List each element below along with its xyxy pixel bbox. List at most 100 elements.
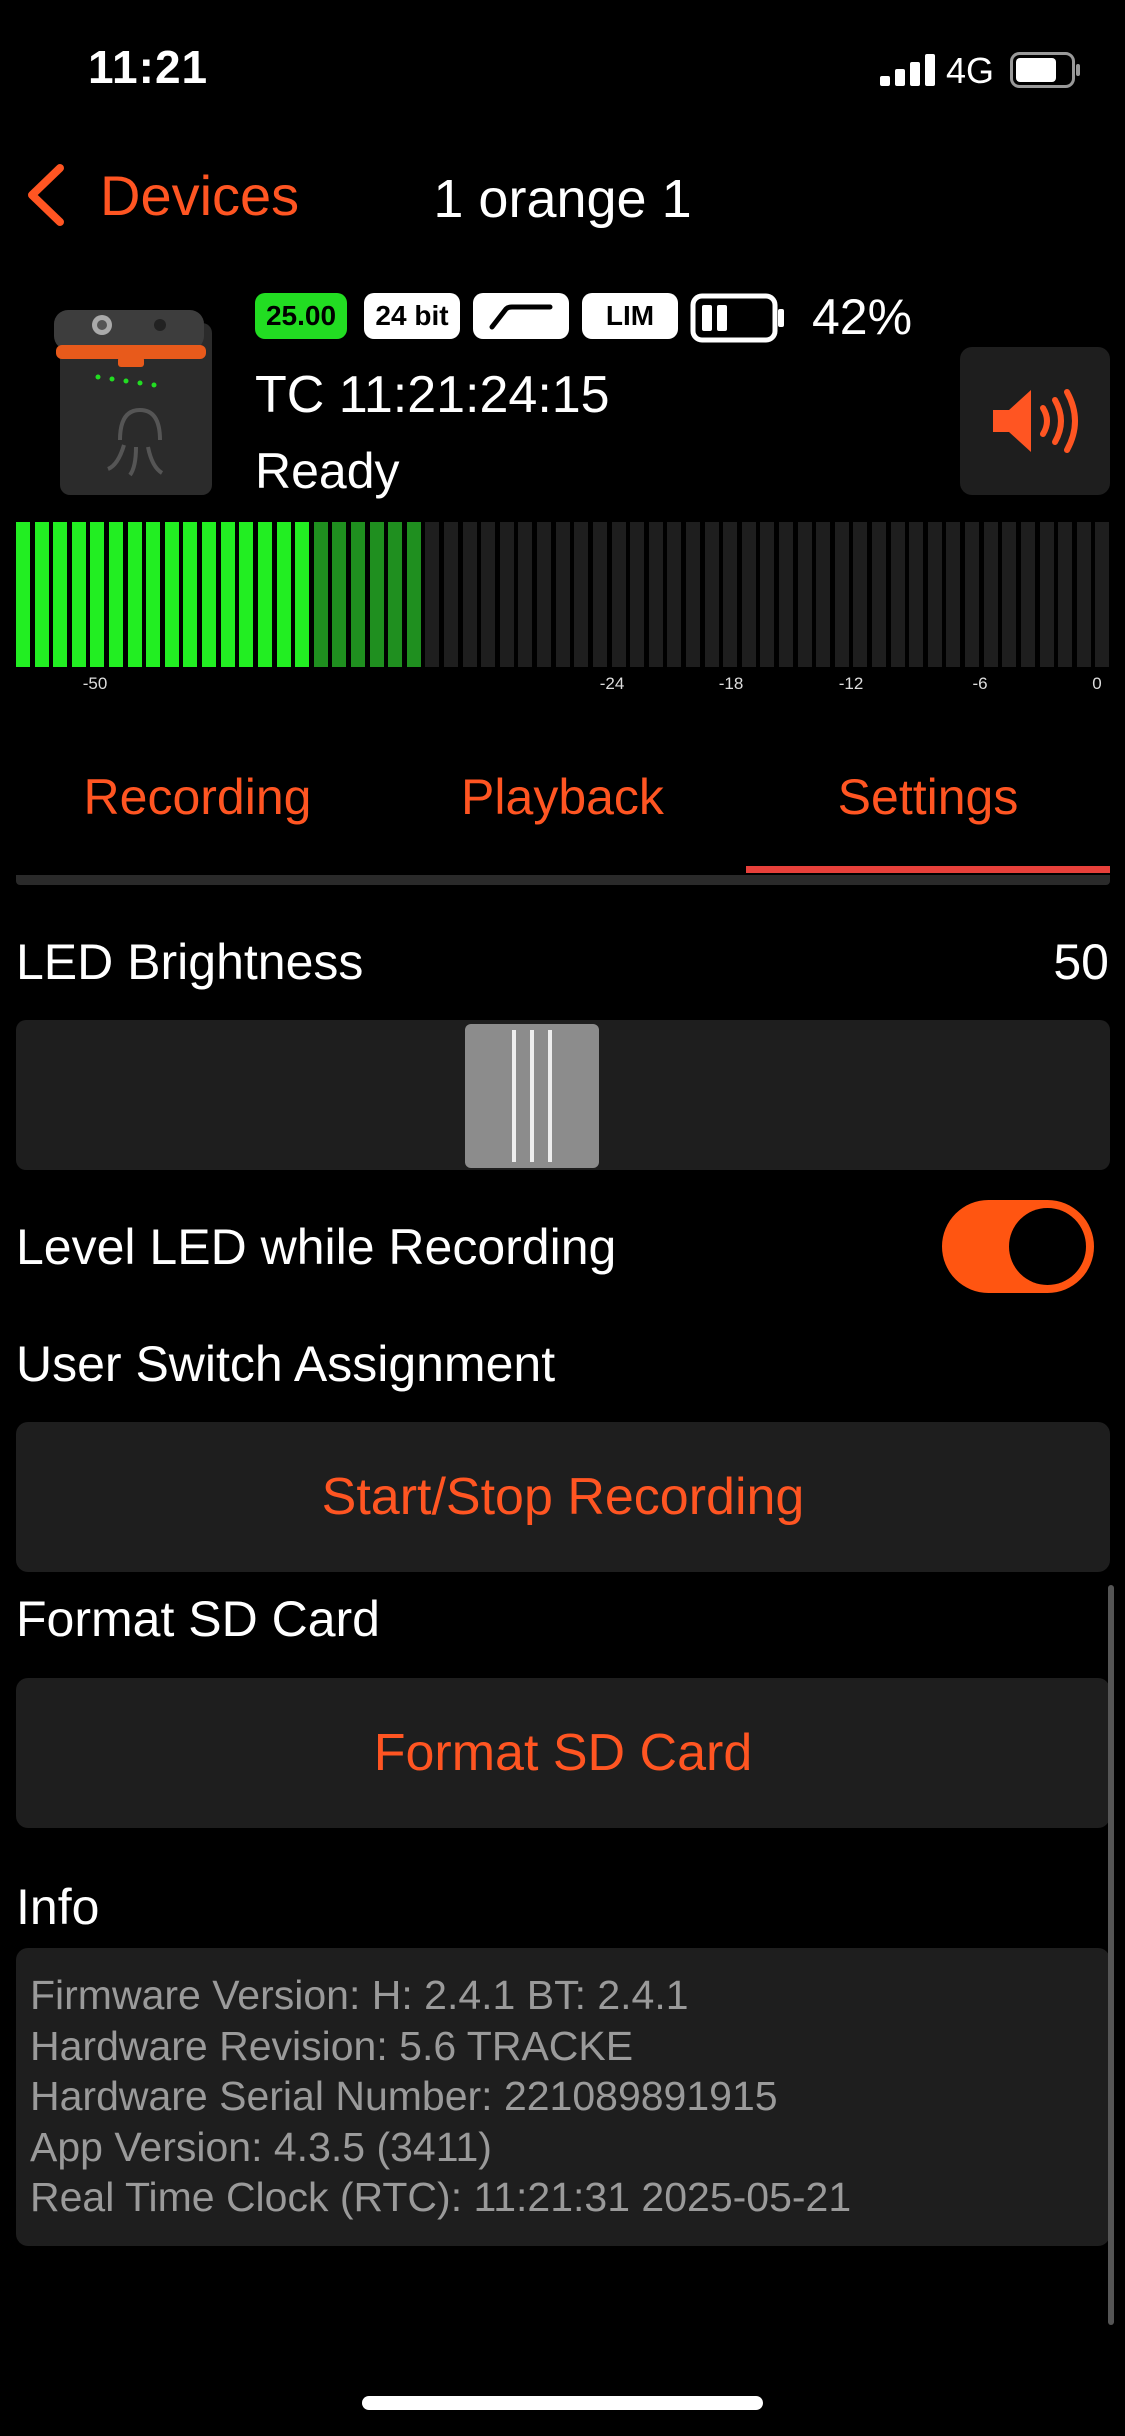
- tab-settings[interactable]: Settings: [748, 768, 1108, 836]
- low-cut-filter-icon: [489, 304, 553, 330]
- meter-segment: [53, 522, 68, 667]
- home-indicator[interactable]: [362, 2396, 763, 2410]
- meter-segment: [1020, 522, 1035, 667]
- led-brightness-label: LED Brightness: [16, 934, 364, 990]
- meter-segment: [834, 522, 849, 667]
- low-cut-filter-badge: [473, 293, 569, 339]
- meter-segment: [369, 522, 384, 667]
- meter-segment: [648, 522, 663, 667]
- meter-segment: [537, 522, 552, 667]
- meter-segment: [592, 522, 607, 667]
- bit-depth-badge: 24 bit: [364, 293, 460, 339]
- meter-segment: [220, 522, 235, 667]
- meter-segment: [927, 522, 942, 667]
- meter-segment: [704, 522, 719, 667]
- meter-tick-label: -12: [838, 674, 864, 693]
- meter-segment: [16, 522, 30, 667]
- meter-segment: [202, 522, 217, 667]
- meter-segment: [760, 522, 775, 667]
- tab-recording[interactable]: Recording: [20, 768, 375, 836]
- timecode: TC 11:21:24:15: [255, 366, 610, 424]
- meter-segment: [946, 522, 961, 667]
- back-button[interactable]: Devices: [22, 160, 299, 230]
- meter-segment: [574, 522, 589, 667]
- battery-percent: 42%: [812, 289, 913, 345]
- meter-segment: [1058, 522, 1073, 667]
- recorder-device-image: [54, 310, 212, 495]
- back-label: Devices: [100, 163, 300, 227]
- scroll-indicator[interactable]: [1108, 1585, 1114, 2325]
- device-battery-icon: [690, 293, 784, 343]
- meter-segment: [444, 522, 459, 667]
- led-brightness-value: 50: [1053, 934, 1109, 990]
- meter-segment: [388, 522, 403, 667]
- user-switch-label: User Switch Assignment: [16, 1336, 556, 1392]
- meter-segment: [1095, 522, 1110, 667]
- meter-segment: [295, 522, 310, 667]
- meter-segment: [518, 522, 533, 667]
- meter-segment: [276, 522, 291, 667]
- hardware-revision: Hardware Revision: 5.6 TRACKE: [30, 2022, 634, 2069]
- meter-segment: [741, 522, 756, 667]
- meter-segment: [90, 522, 105, 667]
- meter-segment: [778, 522, 793, 667]
- selected-tab-indicator: [746, 866, 1110, 873]
- meter-segment: [71, 522, 86, 667]
- meter-segment: [909, 522, 924, 667]
- meter-tick-label: -6: [972, 674, 988, 693]
- tab-divider: [16, 875, 1110, 885]
- format-sd-card-button[interactable]: Format SD Card: [16, 1678, 1110, 1828]
- meter-segment: [313, 522, 328, 667]
- meter-segment: [34, 522, 49, 667]
- chevron-left-icon: [28, 164, 64, 226]
- toggle-knob: [1009, 1208, 1086, 1285]
- meter-tick-label: -50: [82, 674, 108, 693]
- meter-segment: [630, 522, 645, 667]
- meter-segment: [555, 522, 570, 667]
- level-led-toggle[interactable]: [942, 1200, 1094, 1293]
- meter-segment: [350, 522, 365, 667]
- meter-segment: [1039, 522, 1054, 667]
- meter-tick-label: -18: [718, 674, 744, 693]
- meter-segment: [1076, 522, 1091, 667]
- framerate-badge: 25.00: [255, 293, 347, 339]
- meter-segment: [257, 522, 272, 667]
- meter-segment: [164, 522, 179, 667]
- monitor-speaker-button[interactable]: [960, 347, 1110, 495]
- meter-tick-label: 0: [1092, 674, 1102, 693]
- meter-segment: [816, 522, 831, 667]
- meter-segment: [611, 522, 626, 667]
- limiter-badge: LIM: [582, 293, 678, 339]
- status-time: 11:21: [88, 41, 209, 93]
- audio-level-meter: [16, 522, 1110, 667]
- meter-segment: [462, 522, 477, 667]
- meter-segment: [146, 522, 161, 667]
- meter-segment: [406, 522, 421, 667]
- app-version: App Version: 4.3.5 (3411): [30, 2123, 492, 2170]
- battery-icon: [1010, 52, 1080, 88]
- level-led-label: Level LED while Recording: [16, 1219, 617, 1275]
- user-switch-assignment-button[interactable]: Start/Stop Recording: [16, 1422, 1110, 1572]
- network-type: 4G: [946, 50, 995, 91]
- meter-segment: [872, 522, 887, 667]
- cellular-signal-icon: [880, 54, 935, 86]
- tab-playback[interactable]: Playback: [385, 768, 740, 836]
- meter-segment: [723, 522, 738, 667]
- meter-segment: [481, 522, 496, 667]
- meter-segment: [983, 522, 998, 667]
- meter-segment: [127, 522, 142, 667]
- meter-segment: [685, 522, 700, 667]
- meter-segment: [797, 522, 812, 667]
- device-status: Ready: [255, 443, 400, 499]
- led-brightness-slider[interactable]: [16, 1020, 1110, 1170]
- slider-thumb[interactable]: [465, 1024, 599, 1168]
- meter-segment: [239, 522, 254, 667]
- meter-segment: [425, 522, 440, 667]
- format-sd-label: Format SD Card: [16, 1591, 380, 1647]
- meter-segment: [890, 522, 905, 667]
- info-label: Info: [16, 1879, 100, 1935]
- meter-segment: [965, 522, 980, 667]
- meter-segment: [1002, 522, 1017, 667]
- meter-tick-label: -24: [599, 674, 625, 693]
- firmware-version: Firmware Version: H: 2.4.1 BT: 2.4.1: [30, 1972, 689, 2018]
